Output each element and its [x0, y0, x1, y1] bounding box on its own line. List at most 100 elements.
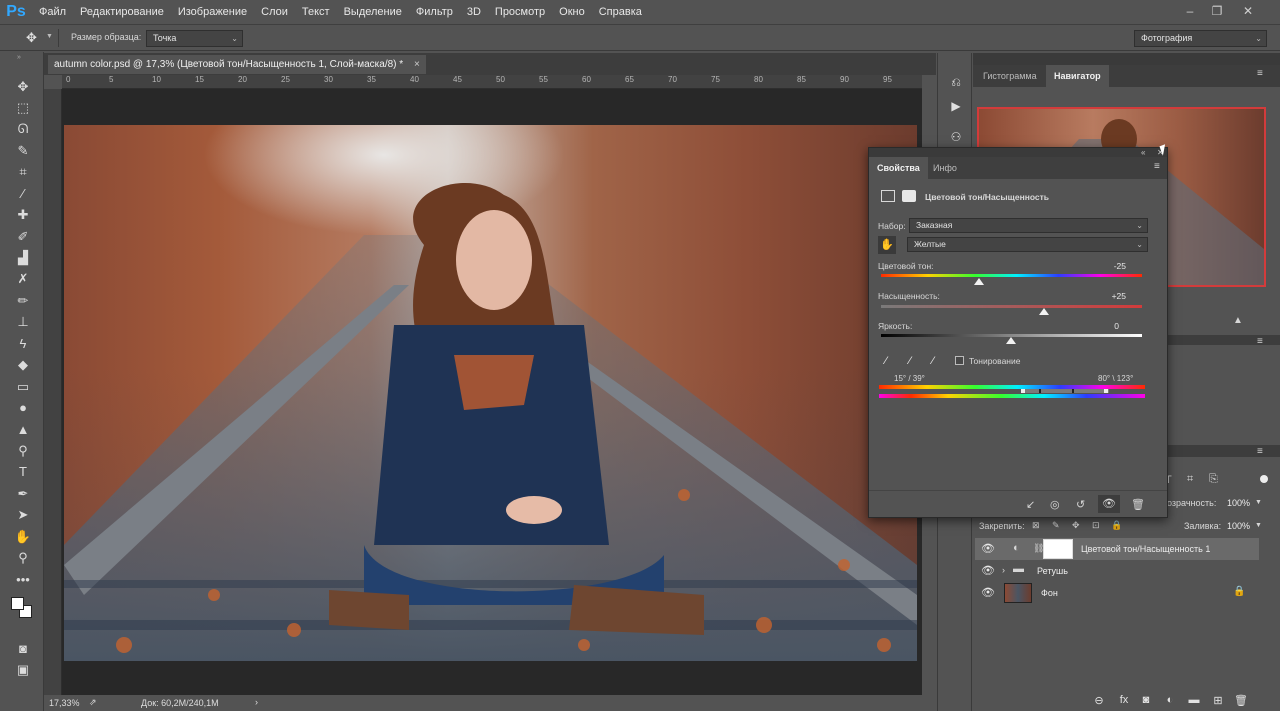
lock-position-icon[interactable]: ✥ — [1072, 520, 1080, 531]
eyedropper-tool-icon[interactable]: ⁄ — [13, 185, 33, 203]
panel-menu-icon[interactable]: ≡ — [1257, 336, 1263, 347]
hue-value[interactable]: -25 — [1096, 261, 1126, 271]
preset-select[interactable]: Заказная ⌄ — [909, 218, 1148, 233]
actions-play-icon[interactable]: ▶ — [947, 97, 965, 115]
move-tool-icon[interactable]: ✥ — [13, 78, 33, 96]
opacity-value[interactable]: 100% — [1227, 498, 1250, 508]
smudge-tool-icon[interactable]: ϟ — [13, 335, 33, 353]
layer-row-hue-saturation[interactable]: 👁 ◐ ⛓ Цветовой тон/Насыщенность 1 — [975, 538, 1259, 560]
panel-titlebar[interactable] — [869, 148, 1167, 157]
lock-pixels-icon[interactable]: ✎ — [1052, 520, 1060, 531]
history-icon[interactable]: ⎌ — [947, 73, 965, 91]
workspace-select[interactable]: Фотография ⌄ — [1134, 30, 1267, 47]
menu-window[interactable]: Окно — [552, 0, 592, 24]
close-tab-icon[interactable]: × — [414, 59, 420, 70]
restore-icon[interactable]: ❐ — [1203, 0, 1231, 22]
crop-tool-icon[interactable]: ⌗ — [13, 163, 33, 181]
eraser-tool-icon[interactable]: ✏ — [13, 292, 33, 310]
share-icon[interactable]: ⇗ — [89, 697, 97, 708]
eye-icon[interactable]: 👁 — [981, 586, 995, 599]
quick-mask-icon[interactable]: ◙ — [13, 640, 33, 658]
lasso-tool-icon[interactable]: ᘏ — [13, 120, 33, 138]
screen-mode-icon[interactable]: ▣ — [13, 661, 33, 679]
panel-menu-icon[interactable]: ≡ — [1154, 161, 1160, 172]
lightness-value[interactable]: 0 — [1089, 321, 1119, 331]
document-photo[interactable] — [64, 125, 917, 661]
range-handle-left[interactable] — [1021, 389, 1025, 393]
tool-preset-arrow-icon[interactable]: ▼ — [46, 33, 53, 40]
lightness-slider-thumb[interactable] — [1006, 337, 1016, 344]
new-group-icon[interactable]: ▬ — [1186, 694, 1202, 706]
brush-tool-icon[interactable]: ✐ — [13, 228, 33, 246]
path-selection-tool-icon[interactable]: ➤ — [13, 506, 33, 524]
adjustment-icon[interactable] — [881, 190, 895, 202]
menu-3d[interactable]: 3D — [460, 0, 488, 24]
range-handle-inner-right[interactable] — [1072, 389, 1074, 393]
sample-size-select[interactable]: Точка ⌄ — [146, 30, 243, 47]
colorize-checkbox[interactable] — [955, 356, 964, 365]
eraser-tool-icon[interactable]: ◆ — [13, 356, 33, 374]
fill-value[interactable]: 100% — [1227, 521, 1250, 531]
mask-icon[interactable] — [902, 190, 916, 202]
hue-slider-thumb[interactable] — [974, 278, 984, 285]
panel-menu-icon[interactable]: ≡ — [1257, 68, 1263, 79]
saturation-slider-track[interactable] — [881, 305, 1142, 308]
document-tab[interactable]: autumn color.psd @ 17,3% (Цветовой тон/Н… — [48, 55, 426, 74]
type-tool-icon[interactable]: T — [13, 463, 33, 481]
stamp-tool-icon[interactable]: ⊥ — [13, 313, 33, 331]
fx-icon[interactable]: fx — [1116, 694, 1132, 706]
clone-stamp-tool-icon[interactable]: ▟ — [13, 249, 33, 267]
saturation-slider-thumb[interactable] — [1039, 308, 1049, 315]
menu-help[interactable]: Справка — [592, 0, 649, 24]
sharpen-tool-icon[interactable]: ▲ — [13, 421, 33, 439]
layer-row-background[interactable]: 👁 Фон 🔒 — [975, 582, 1259, 604]
layer-mask-thumbnail[interactable] — [1043, 539, 1073, 559]
eye-icon[interactable]: 👁 — [981, 564, 995, 577]
layer-row-retouch[interactable]: 👁 › ▬ Ретушь — [975, 560, 1259, 582]
quick-selection-tool-icon[interactable]: ✎ — [13, 142, 33, 160]
link-layers-icon[interactable]: ⊖ — [1091, 694, 1107, 707]
tab-histogram[interactable]: Гистограмма — [975, 65, 1045, 87]
blur-tool-icon[interactable]: ● — [13, 399, 33, 417]
saturation-value[interactable]: +25 — [1096, 291, 1126, 301]
history-brush-tool-icon[interactable]: ✗ — [13, 270, 33, 288]
smart-object-filter-icon[interactable]: ⎘ — [1209, 473, 1218, 486]
view-previous-icon[interactable]: ◎ — [1050, 498, 1060, 511]
menu-layers[interactable]: Слои — [254, 0, 295, 24]
targeted-adjustment-hand-icon[interactable]: ✋ — [878, 236, 896, 254]
shape-filter-icon[interactable]: ⌗ — [1187, 473, 1193, 486]
range-handle-inner-left[interactable] — [1039, 389, 1041, 393]
zoom-tool-icon[interactable]: ⚲ — [13, 549, 33, 567]
eyedropper-minus-icon[interactable]: ⁄ — [926, 354, 940, 368]
menu-edit[interactable]: Редактирование — [73, 0, 171, 24]
hue-slider-track[interactable] — [881, 274, 1142, 277]
chevron-down-icon[interactable]: ▼ — [1255, 522, 1262, 529]
zoom-level[interactable]: 17,33% — [49, 698, 80, 708]
filter-toggle[interactable] — [1260, 475, 1268, 483]
eyedropper-tool-icon[interactable]: ✥ — [26, 30, 37, 46]
trash-icon[interactable]: 🗑 — [1131, 498, 1145, 511]
lock-all-icon[interactable]: 🔒 — [1111, 520, 1122, 531]
menu-select[interactable]: Выделение — [337, 0, 409, 24]
menu-file[interactable]: Файл — [32, 0, 73, 24]
eyedropper-plus-icon[interactable]: ⁄ — [903, 354, 917, 368]
reset-icon[interactable]: ↺ — [1076, 498, 1085, 511]
range-indicator[interactable] — [1021, 389, 1109, 393]
hand-tool-icon[interactable]: ✋ — [13, 528, 33, 546]
tab-navigator[interactable]: Навигатор — [1046, 65, 1109, 87]
collapse-arrows-icon[interactable]: » — [17, 54, 21, 61]
new-layer-icon[interactable]: ⊞ — [1210, 694, 1226, 707]
menu-filter[interactable]: Фильтр — [409, 0, 460, 24]
clip-to-layer-icon[interactable]: ↙ — [1026, 498, 1035, 511]
menu-view[interactable]: Просмотр — [488, 0, 552, 24]
lock-transparent-icon[interactable]: ⊠ — [1032, 520, 1040, 531]
close-icon[interactable]: ✕ — [1234, 0, 1262, 22]
healing-brush-tool-icon[interactable]: ✚ — [13, 206, 33, 224]
chevron-down-icon[interactable]: ▼ — [1255, 499, 1262, 506]
range-handle-right[interactable] — [1104, 389, 1108, 393]
visibility-toggle-icon[interactable]: 👁 — [1098, 495, 1120, 513]
foreground-color-swatch[interactable] — [11, 597, 24, 610]
menu-type[interactable]: Текст — [295, 0, 337, 24]
eyedropper-icon[interactable]: ⁄ — [879, 354, 893, 368]
panel-menu-icon[interactable]: ≡ — [1257, 446, 1263, 457]
